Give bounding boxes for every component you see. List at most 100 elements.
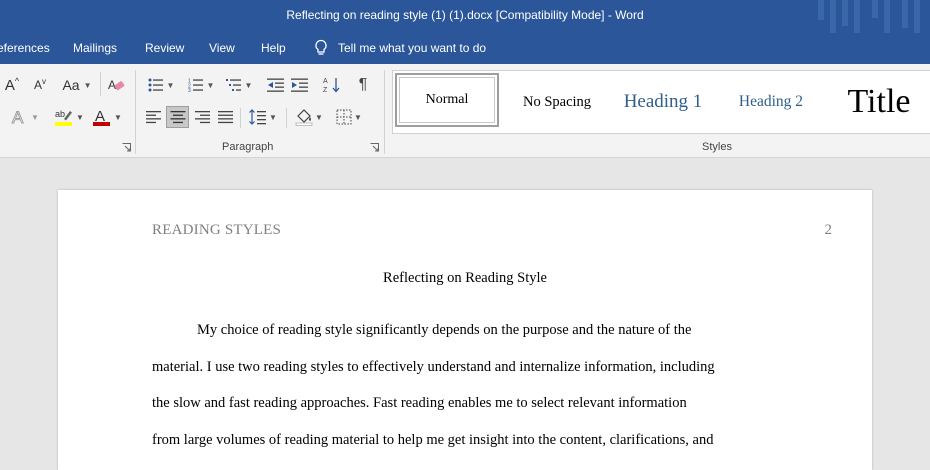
chevron-down-icon: ▼ — [315, 112, 323, 122]
chevron-down-icon: ▼ — [244, 80, 253, 90]
tell-me-label: Tell me what you want to do — [338, 41, 487, 55]
align-left-button[interactable] — [144, 108, 164, 126]
align-center-button[interactable] — [166, 106, 189, 128]
svg-text:A: A — [12, 108, 24, 126]
font-color-swatch — [93, 122, 111, 126]
align-right-button[interactable] — [192, 108, 212, 126]
chevron-down-icon: ▼ — [269, 112, 277, 122]
separator — [100, 72, 101, 96]
ribbon-tabs: eferences Mailings Review View Help Tell… — [0, 33, 930, 64]
highlight-color-button[interactable]: ab ▼ — [52, 108, 86, 126]
chevron-down-icon: ▼ — [166, 80, 175, 90]
style-normal[interactable]: Normal — [395, 73, 499, 127]
highlighter-icon: ab — [55, 109, 73, 126]
svg-text:A: A — [323, 78, 328, 85]
body-line: from large volumes of reading material t… — [152, 432, 714, 448]
tab-view[interactable]: View — [209, 41, 235, 55]
highlight-swatch — [55, 122, 73, 126]
body-line: material. I use two reading styles to ef… — [152, 359, 715, 375]
lightbulb-icon — [315, 39, 327, 55]
eraser-icon: A — [108, 78, 125, 92]
borders-icon — [336, 109, 352, 125]
chevron-down-icon: ▼ — [206, 80, 215, 90]
sort-icon: A Z — [323, 78, 340, 94]
style-heading-1-label: Heading 1 — [623, 91, 703, 112]
document-title: Reflecting on Reading Style — [383, 270, 547, 286]
body-line: the slow and fast reading approaches. Fa… — [152, 395, 687, 411]
style-heading-2-label: Heading 2 — [738, 93, 804, 110]
group-divider — [384, 70, 385, 154]
change-case-button[interactable]: Aa ▼ — [60, 76, 94, 94]
increase-indent-button[interactable] — [290, 76, 310, 94]
bullets-icon — [148, 78, 163, 92]
separator — [240, 108, 241, 128]
title-bar: Reflecting on reading style (1) (1).docx… — [0, 0, 930, 33]
align-center-icon — [170, 111, 185, 124]
tab-mailings[interactable]: Mailings — [73, 41, 117, 55]
align-left-icon — [146, 111, 161, 124]
grow-font-button[interactable]: A ^ — [2, 76, 22, 94]
show-formatting-marks-button[interactable]: ¶ — [353, 76, 373, 94]
caret-up-icon: ^ — [14, 76, 20, 86]
style-no-spacing-label: No Spacing — [522, 93, 592, 110]
font-color-button[interactable]: A ▼ — [90, 108, 124, 126]
justify-button[interactable] — [216, 108, 236, 126]
increase-indent-icon — [291, 78, 308, 92]
svg-text:Z: Z — [323, 87, 328, 94]
multilevel-list-button[interactable]: ▼ — [222, 76, 256, 94]
svg-text:ab: ab — [55, 109, 65, 119]
running-head: READING STYLES — [152, 222, 282, 238]
style-normal-label: Normal — [425, 92, 469, 107]
font-dialog-launcher-icon[interactable] — [122, 143, 131, 152]
styles-gallery: Normal No Spacing Heading 1 Heading 2 Ti… — [392, 70, 930, 134]
style-title-label: Title — [847, 83, 911, 120]
tab-help[interactable]: Help — [261, 41, 286, 55]
pilcrow-icon: ¶ — [358, 76, 368, 93]
title-bar-pattern — [818, 0, 920, 33]
svg-text:3: 3 — [188, 88, 191, 92]
chevron-down-icon: ▼ — [354, 112, 362, 122]
clear-formatting-button[interactable]: A — [106, 76, 126, 94]
group-divider — [135, 70, 136, 154]
shading-button[interactable]: ▼ — [292, 108, 326, 126]
chevron-down-icon: ▼ — [76, 112, 84, 122]
separator — [286, 108, 287, 128]
align-right-icon — [195, 111, 210, 124]
text-effects-button[interactable]: A ▼ — [8, 108, 42, 126]
tell-me-box[interactable]: Tell me what you want to do — [314, 39, 486, 57]
borders-button[interactable]: ▼ — [332, 108, 366, 126]
sort-button[interactable]: A Z — [322, 76, 342, 94]
styles-group-label: Styles — [702, 141, 732, 153]
grow-font-label: A — [4, 76, 15, 94]
ribbon: A ^ Av Aa ▼ A A ▼ ab ▼ A ▼ ▼ 1 2 3 ▼ ▼ A… — [0, 64, 930, 158]
svg-text:A: A — [108, 78, 116, 92]
chevron-down-icon: ▼ — [31, 112, 39, 122]
chevron-down-icon: ▼ — [83, 80, 92, 90]
style-title[interactable]: Title — [829, 71, 929, 133]
numbering-button[interactable]: 1 2 3 ▼ — [184, 76, 218, 94]
style-heading-2[interactable]: Heading 2 — [719, 71, 823, 133]
multilevel-list-icon — [225, 79, 241, 91]
decrease-indent-icon — [267, 78, 284, 92]
numbering-icon: 1 2 3 — [188, 79, 203, 92]
window-title: Reflecting on reading style (1) (1).docx… — [286, 8, 644, 22]
bullets-button[interactable]: ▼ — [144, 76, 178, 94]
change-case-label: Aa — [62, 77, 80, 93]
shrink-font-label: A — [33, 78, 42, 92]
line-spacing-button[interactable]: ▼ — [246, 108, 280, 126]
paragraph-dialog-launcher-icon[interactable] — [370, 143, 379, 152]
decrease-indent-button[interactable] — [266, 76, 286, 94]
page-number: 2 — [824, 222, 833, 238]
caret-down-small-icon: v — [42, 76, 46, 86]
font-color-icon: A — [93, 108, 111, 126]
shrink-font-button[interactable]: Av — [30, 76, 50, 94]
body-line: My choice of reading style significantly… — [197, 322, 692, 338]
tab-references[interactable]: eferences — [0, 41, 50, 55]
document-page[interactable]: READING STYLES 2 Reflecting on Reading S… — [58, 190, 872, 470]
style-no-spacing[interactable]: No Spacing — [505, 71, 609, 133]
tab-review[interactable]: Review — [145, 41, 184, 55]
text-effects-icon: A — [12, 108, 25, 126]
style-heading-1[interactable]: Heading 1 — [611, 71, 715, 133]
paint-bucket-icon — [295, 109, 313, 126]
paragraph-group-label: Paragraph — [222, 141, 274, 153]
